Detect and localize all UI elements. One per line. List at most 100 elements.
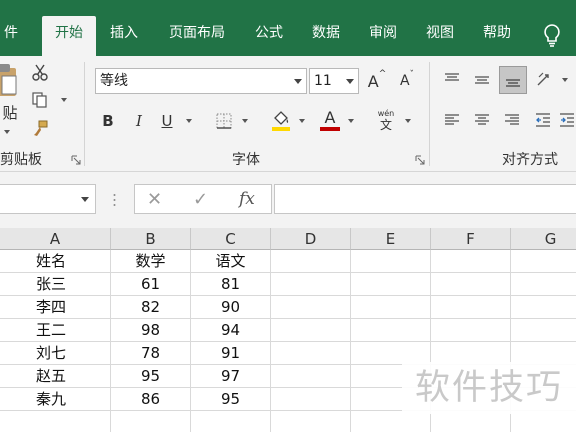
empty-cell[interactable] (271, 388, 351, 411)
column-header-c[interactable]: C (191, 228, 271, 250)
underline-dropdown-icon[interactable] (186, 119, 192, 123)
tab-review[interactable]: 审阅 (360, 16, 406, 56)
empty-cell[interactable] (271, 342, 351, 365)
paste-icon[interactable] (0, 62, 18, 98)
empty-cell[interactable] (271, 365, 351, 388)
empty-cell[interactable] (351, 296, 431, 319)
empty-cell[interactable] (271, 319, 351, 342)
table-cell-c[interactable]: 94 (191, 319, 271, 342)
borders-dropdown-icon[interactable] (242, 119, 248, 123)
chevron-down-icon[interactable] (81, 197, 89, 202)
empty-cell[interactable] (351, 319, 431, 342)
phonetic-guide-button[interactable]: wén 文 (374, 106, 398, 134)
empty-cell[interactable] (511, 250, 576, 273)
cancel-icon[interactable]: ✕ (147, 189, 162, 210)
table-cell-c[interactable]: 81 (191, 273, 271, 296)
table-cell-a[interactable]: 张三 (0, 273, 111, 296)
decrease-font-size-button[interactable]: Aˇ (396, 70, 418, 92)
cut-icon[interactable] (30, 62, 50, 82)
tab-view[interactable]: 视图 (417, 16, 463, 56)
empty-cell[interactable] (271, 250, 351, 273)
empty-cell[interactable] (191, 411, 271, 432)
copy-dropdown-icon[interactable] (61, 98, 67, 102)
table-cell-b[interactable]: 82 (111, 296, 191, 319)
align-left-icon[interactable] (440, 108, 464, 132)
column-header-d[interactable]: D (271, 228, 351, 250)
font-color-button[interactable]: A (319, 108, 341, 132)
empty-cell[interactable] (431, 296, 511, 319)
empty-cell[interactable] (511, 296, 576, 319)
table-cell-a[interactable]: 王二 (0, 319, 111, 342)
empty-cell[interactable] (111, 411, 191, 432)
column-header-e[interactable]: E (351, 228, 431, 250)
fill-color-dropdown-icon[interactable] (299, 119, 305, 123)
font-color-dropdown-icon[interactable] (348, 119, 354, 123)
format-painter-icon[interactable] (30, 118, 50, 138)
table-cell-b[interactable]: 95 (111, 365, 191, 388)
clipboard-dialog-launcher-icon[interactable] (71, 155, 81, 165)
tab-home[interactable]: 开始 (42, 16, 96, 56)
table-cell-a[interactable]: 赵五 (0, 365, 111, 388)
align-top-icon[interactable] (440, 68, 464, 92)
header-cell-a[interactable]: 姓名 (0, 250, 111, 273)
empty-cell[interactable] (431, 250, 511, 273)
lightbulb-icon[interactable] (540, 22, 564, 48)
table-cell-a[interactable]: 刘七 (0, 342, 111, 365)
table-cell-c[interactable]: 90 (191, 296, 271, 319)
tab-file[interactable]: 件 (0, 16, 22, 56)
italic-button[interactable]: I (129, 110, 149, 132)
table-cell-c[interactable]: 95 (191, 388, 271, 411)
empty-cell[interactable] (271, 411, 351, 432)
orientation-dropdown-icon[interactable] (562, 78, 568, 82)
tab-page-layout[interactable]: 页面布局 (160, 16, 234, 56)
table-cell-a[interactable]: 秦九 (0, 388, 111, 411)
align-right-icon[interactable] (500, 108, 524, 132)
bold-button[interactable]: B (98, 110, 118, 132)
insert-function-button[interactable]: fx (239, 189, 255, 209)
tab-data[interactable]: 数据 (303, 16, 349, 56)
copy-icon[interactable] (30, 90, 50, 110)
table-cell-b[interactable]: 78 (111, 342, 191, 365)
paste-dropdown-icon[interactable] (4, 130, 10, 134)
column-header-g[interactable]: G (511, 228, 576, 250)
column-header-f[interactable]: F (431, 228, 511, 250)
phonetic-dropdown-icon[interactable] (405, 119, 411, 123)
empty-cell[interactable] (351, 273, 431, 296)
empty-cell[interactable] (351, 250, 431, 273)
increase-indent-icon[interactable] (558, 108, 576, 132)
empty-cell[interactable] (511, 319, 576, 342)
table-cell-c[interactable]: 97 (191, 365, 271, 388)
orientation-icon[interactable] (533, 68, 557, 92)
empty-cell[interactable] (431, 411, 511, 432)
align-middle-icon[interactable] (470, 68, 494, 92)
table-cell-b[interactable]: 86 (111, 388, 191, 411)
table-cell-a[interactable]: 李四 (0, 296, 111, 319)
align-center-icon[interactable] (470, 108, 494, 132)
table-cell-b[interactable]: 98 (111, 319, 191, 342)
column-header-b[interactable]: B (111, 228, 191, 250)
empty-cell[interactable] (271, 273, 351, 296)
header-cell-c[interactable]: 语文 (191, 250, 271, 273)
empty-cell[interactable] (431, 273, 511, 296)
tab-formulas[interactable]: 公式 (246, 16, 292, 56)
enter-icon[interactable]: ✓ (193, 189, 208, 210)
increase-font-size-button[interactable]: A ^ (366, 69, 388, 92)
empty-cell[interactable] (271, 296, 351, 319)
underline-button[interactable]: U (157, 110, 177, 132)
tab-help[interactable]: 帮助 (474, 16, 520, 56)
header-cell-b[interactable]: 数学 (111, 250, 191, 273)
font-name-select[interactable]: 等线 (95, 68, 307, 94)
formula-input[interactable] (274, 184, 576, 214)
table-cell-b[interactable]: 61 (111, 273, 191, 296)
table-cell-c[interactable]: 91 (191, 342, 271, 365)
fill-color-icon[interactable] (270, 108, 292, 132)
empty-cell[interactable] (0, 411, 111, 432)
empty-cell[interactable] (351, 411, 431, 432)
empty-cell[interactable] (511, 411, 576, 432)
font-dialog-launcher-icon[interactable] (415, 155, 425, 165)
font-size-select[interactable]: 11 (309, 68, 359, 94)
empty-cell[interactable] (431, 319, 511, 342)
align-bottom-icon[interactable] (499, 66, 527, 94)
paste-button[interactable]: 贴 (0, 102, 20, 122)
name-box[interactable] (0, 184, 96, 214)
